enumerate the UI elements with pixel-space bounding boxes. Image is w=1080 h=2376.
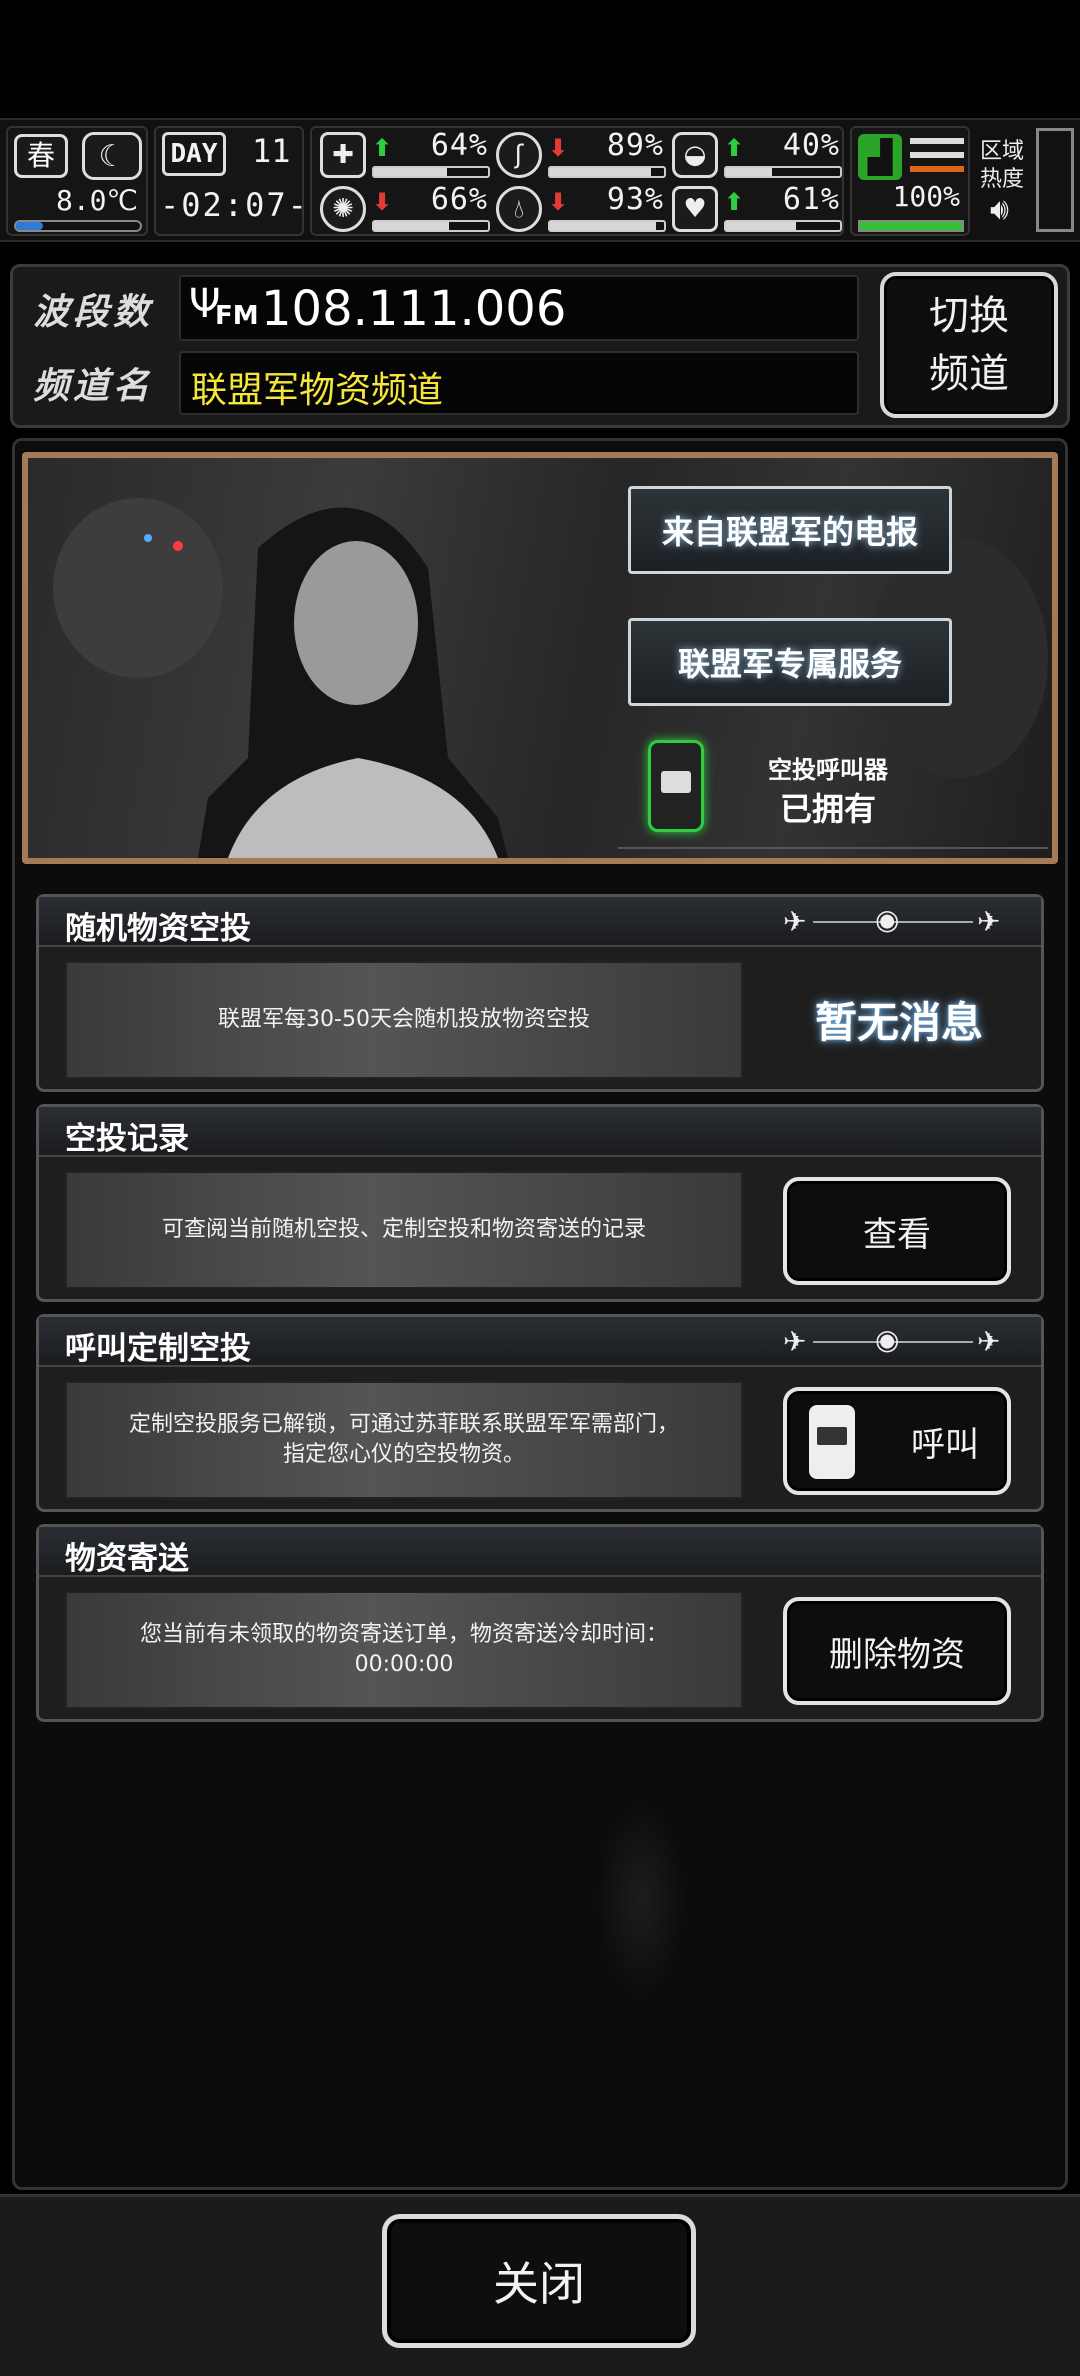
- boots-bar: [858, 220, 964, 232]
- section-header: 空投记录: [39, 1107, 1041, 1157]
- delete-supplies-button[interactable]: 删除物资: [783, 1597, 1011, 1705]
- section-title: 呼叫定制空投: [65, 1331, 251, 1367]
- day-number: 11: [252, 132, 291, 170]
- health-stat: ✚ ⬆ 64%: [320, 128, 490, 182]
- section-header: 随机物资空投 ✈ ◉ ✈: [39, 897, 1041, 947]
- vital-stats-panel: ✚ ⬆ 64% ʃ ⬇ 89% ◒ ⬆ 40% ✺ ⬇ 66% 💧︎ ⬇ 93%: [310, 126, 844, 236]
- supply-delivery-section: 物资寄送 您当前有未领取的物资寄送订单，物资寄送冷却时间：00:00:00 删除…: [36, 1524, 1044, 1722]
- season-text: 春: [26, 139, 55, 172]
- arrow-up-icon: ⬆: [724, 134, 745, 162]
- moon-icon: ☾: [82, 132, 142, 180]
- mood-stat: ♥ ⬆ 61%: [672, 182, 842, 236]
- switch-channel-button[interactable]: 切换 频道: [880, 272, 1058, 418]
- arrow-down-icon: ⬇: [548, 188, 569, 216]
- custom-drop-description: 定制空投服务已解锁，可通过苏菲联系联盟军军需部门，指定您心仪的空投物资。: [65, 1381, 743, 1499]
- channel-name: 联盟军物资频道: [191, 370, 444, 411]
- stomach-icon: ʃ: [496, 132, 542, 178]
- random-drop-section: 随机物资空投 ✈ ◉ ✈ 联盟军每30-50天会随机投放物资空投 暂无消息: [36, 894, 1044, 1092]
- medkit-icon: ✚: [320, 132, 366, 178]
- view-records-button[interactable]: 查看: [783, 1177, 1011, 1285]
- section-title: 空投记录: [65, 1121, 189, 1157]
- fm-label: FM: [215, 301, 259, 331]
- walkie-talkie-icon: [648, 740, 704, 832]
- season-weather-panel: 春 ☾ 8.0℃: [6, 126, 148, 236]
- day-label: DAY: [162, 132, 226, 176]
- section-header: 呼叫定制空投 ✈ ◉ ✈: [39, 1317, 1041, 1367]
- monster-eye-icon: [173, 541, 183, 551]
- mood-pct: 61%: [782, 182, 840, 217]
- device-name: 空投呼叫器: [768, 756, 888, 784]
- random-drop-status: 暂无消息: [815, 998, 984, 1047]
- mind-bar: [372, 220, 490, 232]
- airplane-ornament-icon: ✈ ◉ ✈: [783, 903, 1001, 938]
- boot-icon: ▟: [858, 134, 902, 180]
- section-title: 随机物资空投: [65, 911, 251, 947]
- boots-panel: ▟ 100%: [850, 126, 970, 236]
- hunger-pct: 89%: [606, 128, 664, 163]
- status-hud: 春 ☾ 8.0℃ DAY 11 -02:07- ✚ ⬆ 64% ʃ ⬇ 89% …: [0, 118, 1080, 242]
- alliance-banner: 来自联盟军的电报 联盟军专属服务 空投呼叫器 已拥有: [22, 452, 1058, 864]
- region-heat-gauge: [1036, 128, 1074, 232]
- call-airdrop-button[interactable]: 呼叫: [783, 1387, 1011, 1495]
- airdrop-records-section: 空投记录 可查阅当前随机空投、定制空投和物资寄送的记录 查看: [36, 1104, 1044, 1302]
- heart-icon: ♥: [672, 186, 718, 232]
- arrow-up-icon: ⬆: [372, 134, 393, 162]
- health-bar: [372, 166, 490, 178]
- stamina-pct: 40%: [782, 128, 840, 163]
- mood-bar: [724, 220, 842, 232]
- frequency-display: Ψ FM 108.111.006: [179, 275, 859, 341]
- water-pct: 93%: [606, 182, 664, 217]
- water-drop-icon: 💧︎: [496, 186, 542, 232]
- water-bar: [548, 220, 666, 232]
- arrow-down-icon: ⬇: [372, 188, 393, 216]
- brain-icon: ✺: [320, 186, 366, 232]
- temperature-bar: [14, 220, 142, 232]
- stamina-icon: ◒: [672, 132, 718, 178]
- boots-pct: 100%: [892, 180, 960, 213]
- stamina-stat: ◒ ⬆ 40%: [672, 128, 842, 182]
- channel-label: 频道名: [33, 366, 154, 407]
- section-title: 物资寄送: [65, 1541, 189, 1577]
- background-figure: [596, 1800, 686, 2000]
- section-header: 物资寄送: [39, 1527, 1041, 1577]
- alliance-telegram-button[interactable]: 来自联盟军的电报: [628, 486, 952, 574]
- switch-label-2: 频道: [929, 351, 1009, 397]
- device-status: 已拥有: [780, 790, 877, 828]
- frequency-value: 108.111.006: [261, 281, 567, 337]
- health-pct: 64%: [430, 128, 488, 163]
- band-label: 波段数: [33, 292, 154, 333]
- arrow-up-icon: ⬆: [724, 188, 745, 216]
- day-clock-panel: DAY 11 -02:07-: [154, 126, 307, 236]
- speaker-icon[interactable]: 🔊︎: [990, 192, 1009, 227]
- walkie-talkie-icon: [809, 1405, 855, 1479]
- close-button[interactable]: 关闭: [382, 2214, 696, 2348]
- mind-stat: ✺ ⬇ 66%: [320, 182, 490, 236]
- clock-readout: -02:07-: [160, 186, 309, 224]
- temperature-readout: 8.0℃: [55, 184, 138, 217]
- mind-pct: 66%: [430, 182, 488, 217]
- hunger-stat: ʃ ⬇ 89%: [496, 128, 666, 182]
- airplane-ornament-icon: ✈ ◉ ✈: [783, 1323, 1001, 1358]
- channel-display: 联盟军物资频道: [179, 351, 859, 415]
- hunger-bar: [548, 166, 666, 178]
- records-description: 可查阅当前随机空投、定制空投和物资寄送的记录: [65, 1171, 743, 1289]
- delivery-description: 您当前有未领取的物资寄送订单，物资寄送冷却时间：00:00:00: [65, 1591, 743, 1709]
- custom-drop-section: 呼叫定制空投 ✈ ◉ ✈ 定制空投服务已解锁，可通过苏菲联系联盟军军需部门，指定…: [36, 1314, 1044, 1512]
- switch-label-1: 切换: [929, 293, 1009, 339]
- stamina-bar: [724, 166, 842, 178]
- arrow-down-icon: ⬇: [548, 134, 569, 162]
- season-badge: 春: [14, 134, 68, 178]
- region-heat-label: 区域热度: [980, 139, 1025, 192]
- random-drop-description: 联盟军每30-50天会随机投放物资空投: [65, 961, 743, 1079]
- water-stat: 💧︎ ⬇ 93%: [496, 182, 666, 236]
- call-button-label: 呼叫: [911, 1424, 979, 1465]
- alliance-service-button[interactable]: 联盟军专属服务: [628, 618, 952, 706]
